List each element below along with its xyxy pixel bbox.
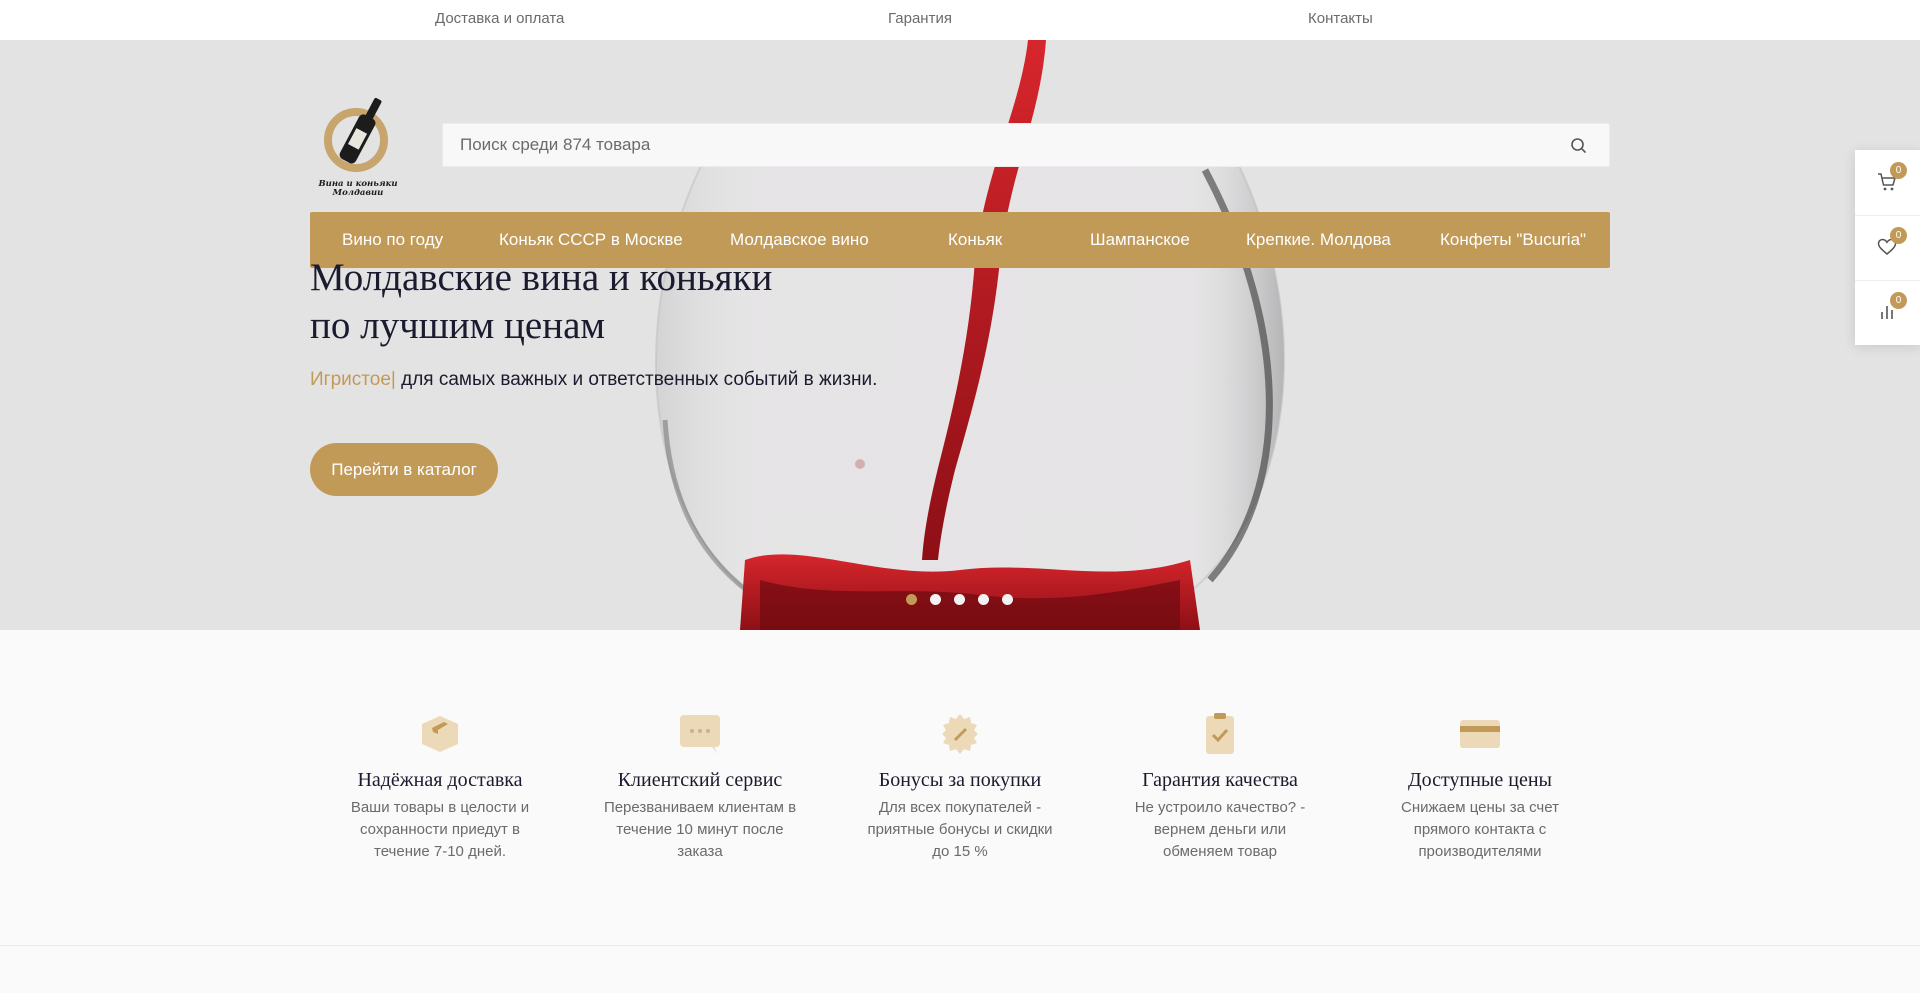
top-link-warranty[interactable]: Гарантия	[888, 10, 952, 28]
feature-service: Клиентский сервис Перезваниваем клиентам…	[600, 712, 800, 863]
search-icon[interactable]	[1569, 136, 1589, 156]
site-logo[interactable]: Вина и коньяки Молдавии	[318, 90, 398, 200]
top-link-contacts[interactable]: Контакты	[1308, 10, 1373, 28]
features-section: Надёжная доставка Ваши товары в целости …	[0, 630, 1920, 946]
discount-badge-icon	[942, 714, 978, 754]
hero-banner: Вина и коньяки Молдавии Вино по году Кон…	[0, 40, 1920, 630]
slider-dot-4[interactable]	[978, 594, 989, 605]
favorites-button[interactable]: 0	[1855, 215, 1920, 280]
favorites-count-badge: 0	[1890, 227, 1907, 244]
feature-text: Перезваниваем клиентам в течение 10 мину…	[603, 799, 797, 860]
hero-title-line2: по лучшим ценам	[310, 304, 606, 347]
feature-title: Клиентский сервис	[617, 769, 783, 791]
feature-delivery: Надёжная доставка Ваши товары в целости …	[340, 712, 540, 863]
delivery-box-icon	[422, 716, 458, 752]
tagline-text: для самых важных и ответственных событий…	[395, 369, 878, 390]
side-widget: 0 0 0	[1855, 150, 1920, 345]
top-link-delivery[interactable]: Доставка и оплата	[435, 10, 564, 28]
feature-title: Гарантия качества	[1142, 769, 1298, 791]
feature-title: Надёжная доставка	[357, 769, 523, 791]
menu-item-bucuria-candy[interactable]: Конфеты "Bucuria"	[1440, 230, 1586, 250]
chat-bubble-icon	[680, 715, 720, 754]
compare-count-badge: 0	[1890, 292, 1907, 309]
cart-button[interactable]: 0	[1855, 150, 1920, 215]
credit-card-icon	[1460, 720, 1500, 748]
feature-bonuses: Бонусы за покупки Для всех покупателей -…	[860, 712, 1060, 863]
slider-dot-3[interactable]	[954, 594, 965, 605]
feature-text: Ваши товары в целости и сохранности прие…	[350, 799, 530, 860]
menu-item-wine-by-year[interactable]: Вино по году	[342, 230, 443, 250]
hero-title: Молдавские вина и коньяки по лучшим цена…	[310, 254, 772, 350]
hero-title-line1: Молдавские вина и коньяки	[310, 256, 773, 299]
slider-dot-1[interactable]	[906, 594, 917, 605]
menu-item-ussr-cognac[interactable]: Коньяк СССР в Москве	[499, 230, 683, 250]
feature-text: Снижаем цены за счет прямого контакта с …	[1401, 799, 1559, 860]
catalog-button[interactable]: Перейти в каталог	[310, 443, 498, 496]
feature-text: Не устроило качество? - вернем деньги ил…	[1134, 799, 1306, 860]
menu-item-moldovan-wine[interactable]: Молдавское вино	[730, 230, 869, 250]
menu-item-strong-drinks[interactable]: Крепкие. Молдова	[1246, 230, 1391, 250]
search-input[interactable]	[443, 124, 1543, 166]
search-box	[442, 123, 1610, 167]
typed-word: Игристое|	[310, 369, 396, 390]
clipboard-check-icon	[1206, 713, 1234, 754]
feature-quality: Гарантия качества Не устроило качество? …	[1120, 712, 1320, 863]
feature-title: Доступные цены	[1408, 769, 1552, 791]
logo-text-line2: Молдавии	[332, 188, 384, 198]
feature-text: Для всех покупателей - приятные бонусы и…	[867, 799, 1053, 860]
feature-title: Бонусы за покупки	[878, 769, 1042, 791]
slider-dot-2[interactable]	[930, 594, 941, 605]
top-bar: Доставка и оплата Гарантия Контакты	[0, 0, 1920, 40]
hero-tagline: Игристое| для самых важных и ответственн…	[310, 368, 877, 392]
menu-item-champagne[interactable]: Шампанское	[1090, 230, 1190, 250]
menu-item-cognac[interactable]: Коньяк	[948, 230, 1002, 250]
compare-button[interactable]: 0	[1855, 280, 1920, 345]
feature-prices: Доступные цены Снижаем цены за счет прям…	[1380, 712, 1580, 863]
cart-count-badge: 0	[1890, 162, 1907, 179]
slider-dot-5[interactable]	[1002, 594, 1013, 605]
slider-dots	[906, 592, 1026, 605]
